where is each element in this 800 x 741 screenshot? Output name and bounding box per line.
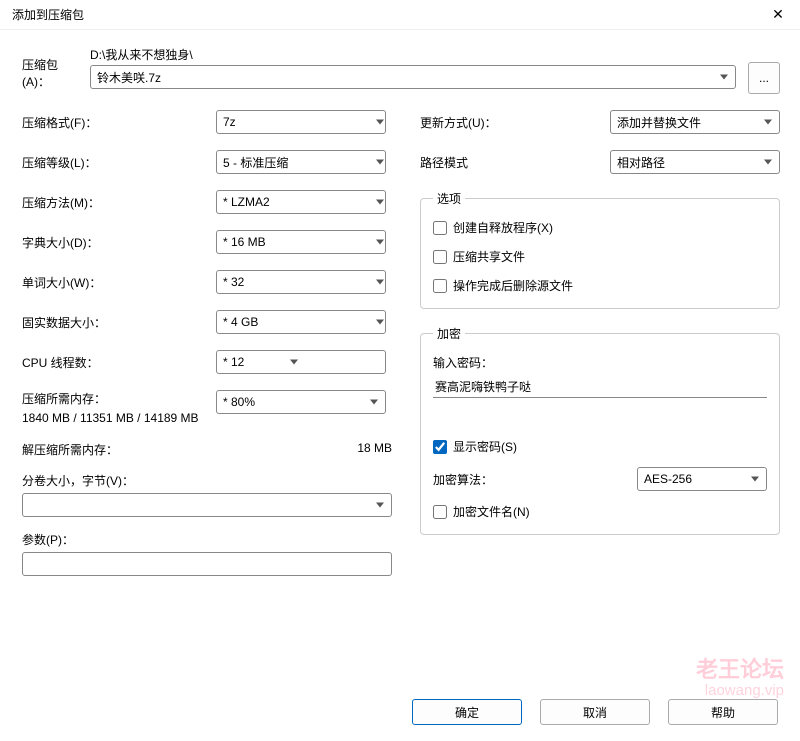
method-row: 压缩方法(M)： [22,190,392,214]
mem-pct-select[interactable] [216,390,386,414]
sfx-label: 创建自释放程序(X) [453,219,553,236]
word-row: 单词大小(W)： [22,270,392,294]
level-label: 压缩等级(L)： [22,154,216,171]
level-select[interactable] [216,150,386,174]
cancel-button[interactable]: 取消 [540,699,650,725]
word-select[interactable] [216,270,386,294]
word-label: 单词大小(W)： [22,274,216,291]
threads-select[interactable] [216,350,386,374]
dialog-buttons: 确定 取消 帮助 [412,699,778,725]
mem-compress-value: 1840 MB / 11351 MB / 14189 MB [22,411,216,425]
browse-button[interactable]: ... [748,62,780,94]
right-column: 更新方式(U)： 路径模式 选项 创建自释放程序(X) 压缩共享文件 [420,110,780,576]
window-title: 添加到压缩包 [12,6,84,23]
format-select[interactable] [216,110,386,134]
archive-label: 压缩包(A)： [22,46,78,90]
solid-select[interactable] [216,310,386,334]
shared-checkbox-row: 压缩共享文件 [433,248,767,265]
split-section: 分卷大小，字节(V)： [22,472,392,517]
level-row: 压缩等级(L)： [22,150,392,174]
params-label: 参数(P)： [22,531,392,548]
pw-label: 输入密码： [433,354,767,371]
encnames-checkbox[interactable] [433,505,447,519]
watermark: 老王论坛 laowang.vip [696,658,784,699]
ok-button[interactable]: 确定 [412,699,522,725]
encnames-label: 加密文件名(N) [453,503,530,520]
dict-select[interactable] [216,230,386,254]
mem-compress-label: 压缩所需内存： [22,390,216,407]
params-input[interactable] [22,552,392,576]
encmethod-select[interactable] [637,467,767,491]
shared-label: 压缩共享文件 [453,248,525,265]
dict-row: 字典大小(D)： [22,230,392,254]
encmethod-label: 加密算法： [433,471,637,488]
mem-decompress-label: 解压缩所需内存： [22,441,118,458]
close-icon[interactable]: ✕ [764,5,792,25]
options-fieldset: 选项 创建自释放程序(X) 压缩共享文件 操作完成后删除源文件 [420,190,780,309]
titlebar: 添加到压缩包 ✕ [0,0,800,30]
solid-row: 固实数据大小： [22,310,392,334]
options-legend: 选项 [433,190,465,207]
left-column: 压缩格式(F)： 压缩等级(L)： 压缩方法(M)： 字典大小(D)： 单词大小… [22,110,392,576]
sfx-checkbox-row: 创建自释放程序(X) [433,219,767,236]
threads-label: CPU 线程数： [22,354,216,371]
encnames-checkbox-row: 加密文件名(N) [433,503,767,520]
mem-decompress-row: 解压缩所需内存： 18 MB [22,441,392,458]
pathmode-select[interactable] [610,150,780,174]
sfx-checkbox[interactable] [433,221,447,235]
method-label: 压缩方法(M)： [22,194,216,211]
shared-checkbox[interactable] [433,250,447,264]
mem-compress-row: 压缩所需内存： 1840 MB / 11351 MB / 14189 MB [22,390,392,425]
solid-label: 固实数据大小： [22,314,216,331]
method-select[interactable] [216,190,386,214]
update-select[interactable] [610,110,780,134]
format-label: 压缩格式(F)： [22,114,216,131]
params-section: 参数(P)： [22,531,392,576]
password-input[interactable] [433,375,767,398]
split-input[interactable] [22,493,392,517]
archive-path: D:\我从来不想独身\ [90,46,736,63]
watermark-line1: 老王论坛 [696,658,784,682]
update-label: 更新方式(U)： [420,114,610,131]
watermark-line2: laowang.vip [696,683,784,700]
dialog-content: 压缩包(A)： D:\我从来不想独身\ ... 压缩格式(F)： 压缩等级(L)… [0,30,800,586]
encmethod-row: 加密算法： [433,467,767,491]
archive-row: 压缩包(A)： D:\我从来不想独身\ ... [22,46,780,94]
update-row: 更新方式(U)： [420,110,780,134]
help-button[interactable]: 帮助 [668,699,778,725]
split-label: 分卷大小，字节(V)： [22,472,392,489]
threads-row: CPU 线程数： / 12 [22,350,392,374]
showpw-checkbox[interactable] [433,440,447,454]
showpw-checkbox-row: 显示密码(S) [433,438,767,455]
mem-decompress-value: 18 MB [357,441,392,458]
delete-label: 操作完成后删除源文件 [453,277,573,294]
encrypt-legend: 加密 [433,325,465,342]
pathmode-row: 路径模式 [420,150,780,174]
archive-name-input[interactable] [90,65,736,89]
dict-label: 字典大小(D)： [22,234,216,251]
format-row: 压缩格式(F)： [22,110,392,134]
delete-checkbox-row: 操作完成后删除源文件 [433,277,767,294]
pathmode-label: 路径模式 [420,154,610,171]
delete-checkbox[interactable] [433,279,447,293]
encrypt-fieldset: 加密 输入密码： 显示密码(S) 加密算法： 加密文件名(N) [420,325,780,535]
showpw-label: 显示密码(S) [453,438,517,455]
